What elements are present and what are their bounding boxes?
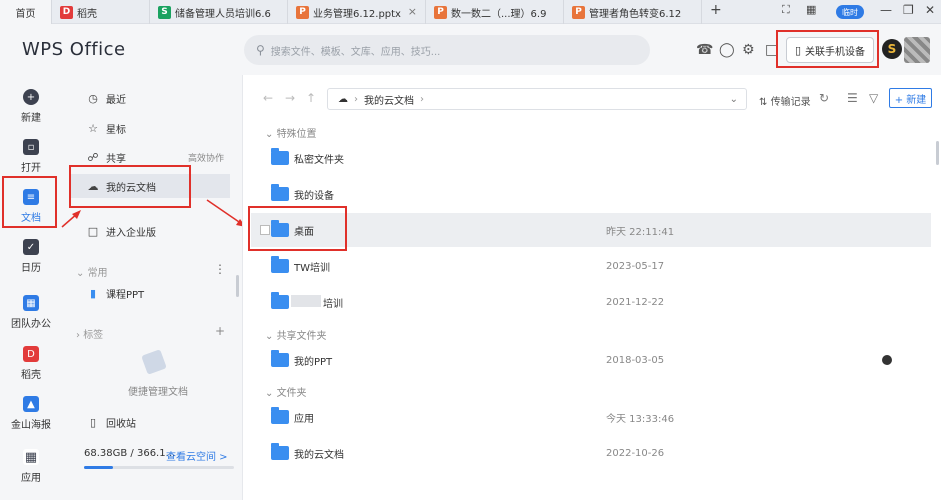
file-name: 应用	[294, 413, 314, 425]
chevron-down-icon[interactable]: ⌄	[730, 94, 738, 105]
breadcrumb[interactable]: ☁ › 我的云文档 › ⌄	[327, 88, 747, 110]
cloud-icon: ☁	[338, 93, 348, 105]
forward-icon[interactable]: →	[285, 91, 295, 105]
new-label: + 新建	[894, 94, 927, 106]
arrow-line	[206, 199, 243, 225]
group-label: 特殊位置	[276, 129, 317, 140]
file-date: 昨天 22:11:41	[606, 226, 675, 238]
highlight-box	[248, 206, 347, 251]
file-date: 2022-10-26	[606, 447, 665, 459]
new-button[interactable]: + 新建	[889, 88, 932, 108]
file-row[interactable]: 我的云文档 2022-10-26	[251, 436, 931, 470]
lock-folder-icon	[271, 148, 289, 165]
file-row[interactable]: 我的PPT 2018-03-05	[251, 343, 931, 377]
transfer-label: 传输记录	[770, 97, 811, 108]
group-folders[interactable]: ⌄ 文件夹	[265, 384, 307, 399]
group-label: 共享文件夹	[276, 331, 327, 342]
filter-icon[interactable]: ▽	[869, 91, 878, 105]
shared-folder-icon	[271, 256, 289, 273]
list-view-icon[interactable]: ☰	[847, 91, 858, 105]
team-folder-icon	[271, 350, 289, 367]
breadcrumb-item[interactable]: 我的云文档	[364, 92, 414, 107]
chevron-right-icon: ›	[420, 93, 424, 105]
transfer-record-button[interactable]: ⇅ 传输记录	[759, 93, 811, 108]
file-name: 培训	[323, 298, 343, 310]
device-folder-icon	[271, 184, 289, 201]
main-panel: ← → ↑ ☁ › 我的云文档 › ⌄ ⇅ 传输记录 ↻ ☰ ▽ + 新建 ⌄ …	[242, 75, 941, 500]
transfer-icon: ⇅	[759, 97, 768, 108]
file-date: 2018-03-05	[606, 354, 665, 366]
file-row[interactable]: 私密文件夹	[251, 141, 931, 175]
file-row[interactable]: 我的设备	[251, 177, 931, 211]
file-name: TW培训	[294, 262, 330, 274]
file-name: 我的云文档	[294, 449, 344, 461]
scrollbar[interactable]	[936, 141, 939, 165]
group-label: 文件夹	[276, 388, 307, 399]
file-date: 2021-12-22	[606, 296, 665, 308]
file-row[interactable]: 应用 今天 13:33:46	[251, 400, 931, 434]
file-row[interactable]: 培训 2021-12-22	[251, 285, 931, 319]
file-row[interactable]: TW培训 2023-05-17	[251, 249, 931, 283]
folder-icon	[271, 443, 289, 460]
file-date: 2023-05-17	[606, 260, 665, 272]
file-name: 我的设备	[294, 190, 334, 202]
redacted-block	[291, 295, 321, 307]
file-date: 今天 13:33:46	[606, 413, 675, 425]
shared-folder-icon	[271, 292, 289, 309]
file-name: 我的PPT	[294, 356, 333, 368]
file-row-desktop[interactable]: 桌面 昨天 22:11:41	[251, 213, 931, 247]
chevron-right-icon: ›	[354, 93, 358, 105]
file-name: 私密文件夹	[294, 154, 344, 166]
folder-icon	[271, 407, 289, 424]
group-shared[interactable]: ⌄ 共享文件夹	[265, 327, 327, 342]
back-icon[interactable]: ←	[263, 91, 273, 105]
up-icon[interactable]: ↑	[306, 91, 316, 105]
group-special[interactable]: ⌄ 特殊位置	[265, 125, 317, 140]
refresh-icon[interactable]: ↻	[819, 91, 829, 105]
member-avatar	[882, 355, 892, 365]
